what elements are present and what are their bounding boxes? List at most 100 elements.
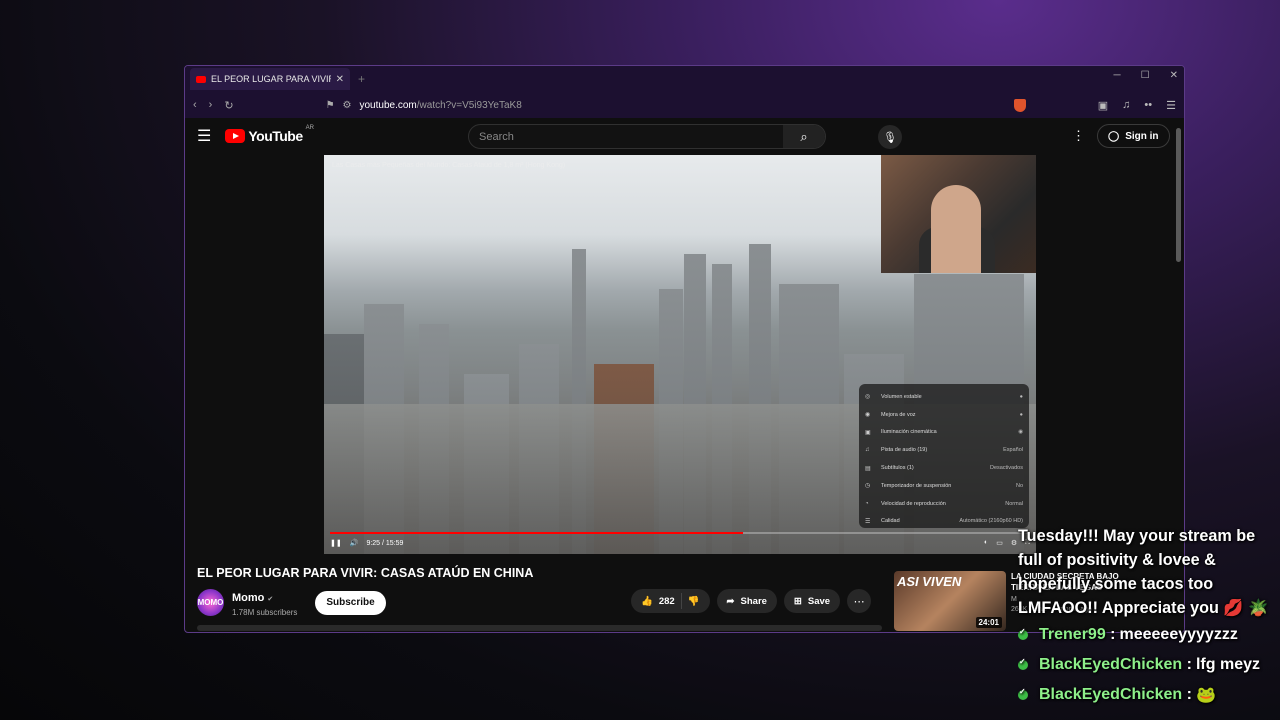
settings-kebab-icon[interactable]: ⋮ — [1072, 128, 1085, 144]
new-tab-icon[interactable]: + — [358, 72, 365, 86]
youtube-wordmark: YouTube — [248, 128, 303, 144]
settings-row-value: Normal — [1005, 500, 1023, 507]
video-progress-bar[interactable] — [330, 532, 1030, 534]
video-overlay-caption: Las Casas más Pequeñas del Mundo: Casas … — [332, 162, 566, 169]
share-button[interactable]: ➦ Share — [716, 589, 777, 613]
settings-row-value: No — [1015, 482, 1023, 489]
guide-menu-icon[interactable]: ☰ — [197, 126, 211, 146]
youtube-header: ☰ YouTube AR ⌕ 🎙 ⋮ ◯ Sign in — [185, 118, 1184, 154]
settings-row[interactable]: ◎ Volumen estable ● — [865, 388, 1023, 406]
player-controls: ❚❚ 🔊 9:25 / 15:59 ◐ ▭ ⚙ ⛶ — [330, 536, 1030, 550]
chat-text: 🐸 — [1195, 687, 1216, 704]
page-scrollbar[interactable] — [1176, 128, 1181, 262]
more-actions-button[interactable]: ⋯ — [847, 589, 872, 613]
settings-row-icon: ◔ — [865, 500, 869, 507]
settings-row-label: Mejora de voz — [881, 411, 916, 418]
channel-name[interactable]: Momo — [232, 592, 264, 604]
settings-row[interactable]: ◉ Mejora de voz ● — [865, 406, 1023, 424]
subtitles-icon[interactable]: ▭ — [996, 539, 1003, 547]
verified-icon: ✔ — [267, 596, 274, 603]
search-icon: ⌕ — [800, 128, 808, 144]
url-text: youtube.com/watch?v=V5i93YeTaK8 — [360, 100, 522, 111]
chat-text: meeeeeyyyyzzz — [1119, 626, 1238, 643]
microphone-icon: 🎙 — [883, 131, 897, 144]
forward-icon[interactable]: › — [209, 99, 213, 111]
share-label: Share — [740, 595, 767, 607]
channel-avatar[interactable]: MOMO — [197, 589, 224, 616]
settings-row-icon: ◉ — [865, 412, 871, 419]
settings-row-value: Desactivados — [989, 465, 1023, 472]
settings-row-label: Temporizador de suspensión — [881, 482, 952, 489]
url-domain: youtube.com — [359, 99, 417, 111]
settings-row-label: Iluminación cinemática — [881, 429, 937, 436]
share-icon: ➦ — [726, 595, 735, 607]
minimize-icon[interactable]: ─ — [1114, 70, 1121, 81]
dislike-icon[interactable]: 👎 — [688, 596, 700, 607]
like-divider — [680, 593, 682, 609]
chat-username: Trener99 — [1039, 626, 1106, 643]
menu-icon[interactable]: ☰ — [1166, 99, 1176, 112]
brave-shield-icon[interactable] — [1013, 98, 1026, 112]
subscriber-count: 1.78M subscribers — [232, 608, 298, 617]
search-input[interactable] — [469, 130, 783, 143]
settings-row-value: ◉ — [1018, 429, 1023, 436]
settings-gear-icon[interactable]: ⚙ — [1011, 539, 1017, 547]
settings-row[interactable]: ▣ Iluminación cinemática ◉ — [865, 424, 1023, 442]
subscribe-button[interactable]: Subscribe — [315, 590, 386, 615]
settings-row[interactable]: ♫ Pista de audio (19) Español — [865, 441, 1023, 459]
settings-row-value: ● — [1019, 411, 1023, 418]
volume-icon[interactable]: 🔊 — [350, 539, 359, 547]
settings-row-icon: ◎ — [865, 394, 871, 401]
chat-colon: : — [1105, 626, 1116, 643]
settings-row-label: Velocidad de reproducción — [881, 500, 946, 507]
window-controls: ─ ☐ ✕ — [1114, 70, 1178, 81]
sign-in-button[interactable]: ◯ Sign in — [1097, 124, 1170, 148]
settings-row-icon: ▣ — [865, 429, 871, 436]
voice-search-button[interactable]: 🎙 — [878, 125, 902, 149]
chat-message: Tuesday!!! May your stream be full of po… — [1018, 527, 1269, 617]
maximize-icon[interactable]: ☐ — [1141, 70, 1150, 81]
search-button[interactable]: ⌕ — [783, 125, 825, 148]
back-icon[interactable]: ‹ — [193, 99, 197, 111]
extension-icon[interactable]: •• — [1144, 99, 1152, 112]
autoplay-toggle-icon[interactable]: ◐ — [984, 539, 988, 547]
close-window-icon[interactable]: ✕ — [1170, 70, 1178, 81]
toolbar-right: ▣ ♫ •• ☰ — [1098, 99, 1176, 112]
bookmark-icon[interactable]: ⚑ — [326, 100, 335, 111]
chat-row: BlackEyedChicken : lfg meyz — [1018, 650, 1276, 680]
recommended-thumbnail[interactable]: ASI VIVEN 24:01 — [894, 571, 1006, 631]
site-info-icon[interactable]: ⚙ — [343, 100, 352, 111]
save-icon: ⊞ — [793, 595, 802, 607]
youtube-favicon-icon — [196, 75, 206, 83]
settings-row-label: Volumen estable — [881, 393, 922, 400]
settings-row-value: Español — [1003, 447, 1023, 454]
media-icon[interactable]: ♫ — [1122, 99, 1130, 112]
pause-icon[interactable]: ❚❚ — [330, 539, 342, 547]
reload-icon[interactable]: ↻ — [224, 99, 233, 112]
browser-tab[interactable]: EL PEOR LUGAR PARA VIVIR: CA ✕ — [190, 68, 350, 90]
stream-chat-overlay: Tuesday!!! May your stream be full of po… — [1018, 524, 1276, 710]
chat-row: Trener99 : meeeeeyyyyzzz — [1018, 620, 1276, 650]
settings-row-label: Pista de audio (19) — [881, 447, 928, 454]
search-box: ⌕ — [468, 124, 826, 149]
settings-row[interactable]: ◷ Temporizador de suspensión No — [865, 477, 1023, 495]
wallet-icon[interactable]: ▣ — [1098, 99, 1108, 112]
like-icon[interactable]: 👍 — [641, 596, 653, 607]
chat-colon: : — [1182, 686, 1192, 703]
youtube-logo[interactable]: YouTube AR — [225, 125, 314, 144]
video-player[interactable]: Las Casas más Pequeñas del Mundo: Casas … — [324, 155, 1036, 554]
settings-row[interactable]: ☰ Calidad Automático (2160p60 HD) — [865, 513, 1023, 531]
settings-row-label: Calidad — [881, 518, 900, 525]
settings-row[interactable]: ▤ Subtítulos (1) Desactivados — [865, 459, 1023, 477]
save-button[interactable]: ⊞ Save — [783, 589, 841, 613]
address-bar[interactable]: ⚑ ⚙ youtube.com/watch?v=V5i93YeTaK8 — [326, 100, 1002, 111]
like-dislike-group: 👍 282 👎 — [631, 589, 710, 613]
nav-bar: ‹ › ↻ ⚑ ⚙ youtube.com/watch?v=V5i93YeTaK… — [185, 92, 1184, 118]
like-count[interactable]: 282 — [659, 596, 675, 607]
youtube-play-icon — [225, 129, 246, 143]
settings-row[interactable]: ◔ Velocidad de reproducción Normal — [865, 495, 1023, 513]
settings-row-value: ● — [1019, 393, 1023, 400]
settings-row-value: Automático (2160p60 HD) — [959, 518, 1023, 525]
tab-close-icon[interactable]: ✕ — [336, 74, 344, 85]
settings-row-icon: ♫ — [865, 447, 870, 454]
